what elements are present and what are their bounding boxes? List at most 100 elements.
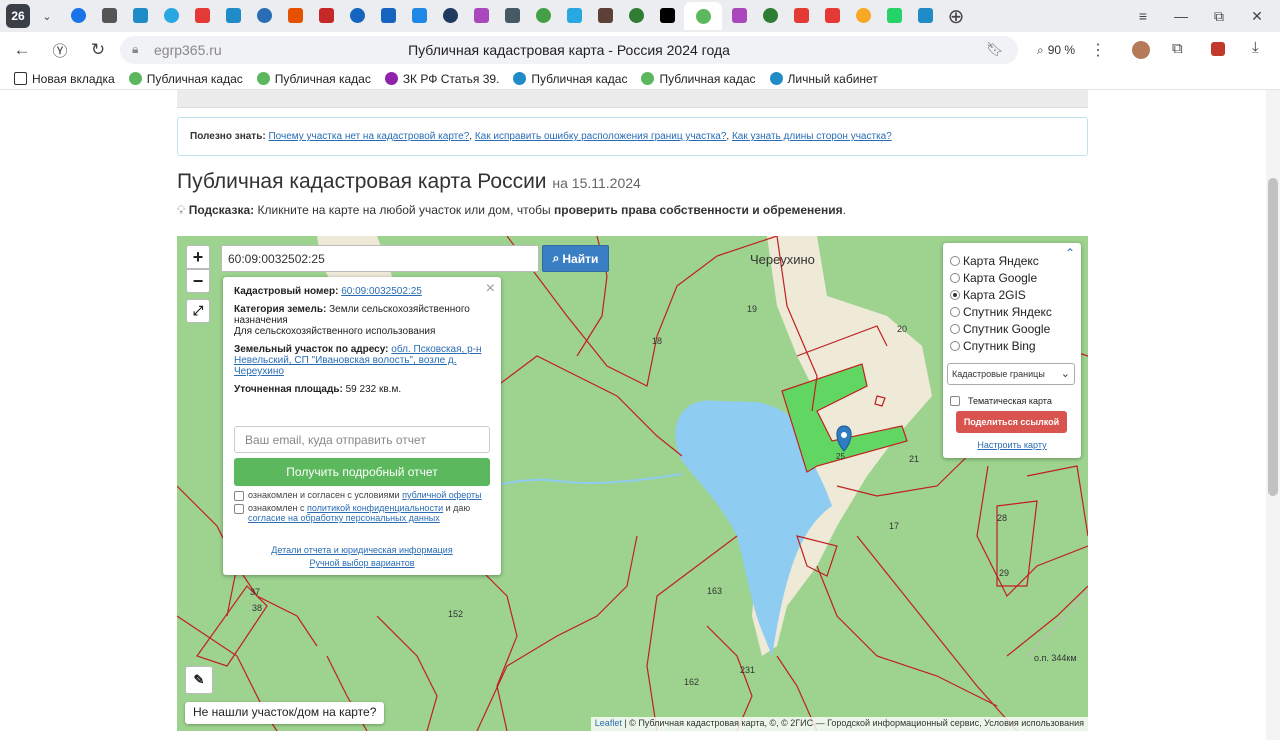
tab[interactable] [343, 2, 371, 28]
radio-button[interactable] [950, 290, 960, 300]
restore-icon[interactable]: ⧉ [1202, 4, 1236, 28]
email-input[interactable]: Ваш email, куда отправить отчет [234, 426, 490, 453]
tab-favicon-icon [824, 7, 840, 23]
bookmark-item[interactable]: Публичная кадас [256, 72, 371, 86]
tab[interactable] [529, 2, 557, 28]
cad-number-link[interactable]: 60:09:0032502:25 [341, 286, 422, 297]
tab[interactable] [157, 2, 185, 28]
menu-icon[interactable]: ≡ [1126, 4, 1160, 28]
tab[interactable] [281, 2, 309, 28]
collapse-chevron-icon[interactable]: ⌃ [1065, 246, 1075, 260]
url-box[interactable]: 🔒︎ egrp365.ru Публичная кадастровая карт… [120, 36, 1018, 64]
tab[interactable] [911, 2, 939, 28]
tab[interactable] [467, 2, 495, 28]
tab[interactable] [250, 2, 278, 28]
close-window-icon[interactable]: ✕ [1240, 4, 1274, 28]
layer-option[interactable]: Карта 2GIS [950, 288, 1026, 302]
avatar[interactable] [1132, 41, 1150, 59]
tab[interactable] [787, 2, 815, 28]
collections-icon[interactable]: ⧉ [1172, 40, 1183, 57]
tab[interactable] [64, 2, 92, 28]
tab[interactable] [818, 2, 846, 28]
report-button[interactable]: Получить подробный отчет [234, 458, 490, 486]
tab[interactable] [219, 2, 247, 28]
tab[interactable] [756, 2, 784, 28]
bookmark-item[interactable]: Новая вкладка [14, 72, 115, 86]
details-link[interactable]: Детали отчета и юридическая информация [223, 545, 501, 555]
layer-option[interactable]: Карта Яндекс [950, 254, 1039, 268]
radio-button[interactable] [950, 324, 960, 334]
minimize-icon[interactable]: — [1164, 4, 1198, 28]
tune-map-link[interactable]: Настроить карту [943, 440, 1081, 450]
zoom-out-button[interactable]: − [186, 269, 210, 293]
tab[interactable] [498, 2, 526, 28]
close-icon[interactable]: × [486, 280, 495, 298]
layer-option[interactable]: Спутник Яндекс [950, 305, 1052, 319]
bookmark-item[interactable]: Публичная кадас [513, 72, 627, 86]
downloads-icon[interactable]: ⤓ [1252, 39, 1259, 56]
heading-text: Публичная кадастровая карта России [177, 170, 547, 193]
radio-button[interactable] [950, 341, 960, 351]
tab[interactable] [622, 2, 650, 28]
useful-link-1[interactable]: Почему участка нет на кадастровой карте? [268, 131, 469, 142]
radio-button[interactable] [950, 307, 960, 317]
extension-icon[interactable] [1211, 42, 1225, 56]
ruler-icon[interactable]: ✎ [185, 666, 213, 694]
leaflet-link[interactable]: Leaflet [595, 718, 622, 728]
search-button[interactable]: ⌕ Найти [542, 245, 609, 272]
privacy-checkbox[interactable] [234, 504, 244, 514]
zoom-indicator[interactable]: ⌕ 90 % [1026, 38, 1086, 62]
tab-active[interactable] [684, 2, 722, 30]
consent-link[interactable]: согласие на обработку персональных данны… [248, 513, 440, 523]
share-button[interactable]: Поделиться ссылкой [956, 411, 1067, 433]
bookmark-icon[interactable]: 🔖︎ [986, 41, 1004, 58]
scrollbar-thumb[interactable] [1268, 178, 1278, 496]
tab[interactable] [653, 2, 681, 28]
manual-link[interactable]: Ручной выбор вариантов [223, 558, 501, 568]
bookmark-item[interactable]: ЗК РФ Статья 39. [384, 72, 499, 86]
tab[interactable] [591, 2, 619, 28]
tab[interactable] [312, 2, 340, 28]
offer-link[interactable]: публичной оферты [402, 490, 482, 500]
map[interactable]: Череухино 19 18 20 21 25 17 28 29 163 15… [177, 236, 1088, 731]
tab-counter-badge[interactable]: 26 [6, 4, 30, 28]
not-found-button[interactable]: Не нашли участок/дом на карте? [185, 702, 385, 724]
tab[interactable] [374, 2, 402, 28]
thematic-toggle[interactable]: Тематическая карта [950, 395, 1052, 406]
more-vertical-icon[interactable]: ⋮ [1090, 40, 1106, 60]
offer-checkbox[interactable] [234, 491, 244, 501]
tab[interactable] [436, 2, 464, 28]
zoom-in-button[interactable]: + [186, 245, 210, 269]
tab[interactable] [405, 2, 433, 28]
map-label: 29 [999, 568, 1010, 578]
tab[interactable] [725, 2, 753, 28]
layer-option[interactable]: Спутник Google [950, 322, 1050, 336]
bookmark-item[interactable]: Публичная кадас [641, 72, 756, 86]
bookmark-item[interactable]: Публичная кадас [128, 72, 243, 86]
radio-button[interactable] [950, 256, 960, 266]
cadastral-search-input[interactable] [221, 245, 539, 272]
tab-list-chevron-icon[interactable]: ⌄ [33, 3, 61, 29]
layer-option[interactable]: Спутник Bing [950, 339, 1036, 353]
fullscreen-icon[interactable]: ⤢ [186, 299, 210, 323]
new-tab-button[interactable]: ⊕ [942, 3, 970, 29]
bookmark-item[interactable]: Личный кабинет [769, 72, 878, 86]
privacy-link[interactable]: политикой конфиденциальности [307, 503, 443, 513]
map-label: 231 [740, 665, 756, 675]
tab[interactable] [560, 2, 588, 28]
layer-select[interactable]: Кадастровые границы ⌄ [947, 363, 1075, 385]
back-icon[interactable]: ← [8, 36, 36, 64]
tab[interactable] [126, 2, 154, 28]
tab[interactable] [95, 2, 123, 28]
tab[interactable] [880, 2, 908, 28]
tab[interactable] [188, 2, 216, 28]
yandex-home-icon[interactable]: Ⓨ [46, 36, 74, 64]
useful-link-2[interactable]: Как исправить ошибку расположения границ… [475, 131, 727, 142]
tab[interactable] [849, 2, 877, 28]
hint-text: Кликните на карте на любой участок или д… [257, 203, 551, 217]
radio-button[interactable] [950, 273, 960, 283]
reload-icon[interactable]: ↻ [84, 36, 112, 64]
useful-link-3[interactable]: Как узнать длины сторон участка? [732, 131, 892, 142]
layer-option[interactable]: Карта Google [950, 271, 1037, 285]
thematic-checkbox[interactable] [950, 396, 960, 406]
